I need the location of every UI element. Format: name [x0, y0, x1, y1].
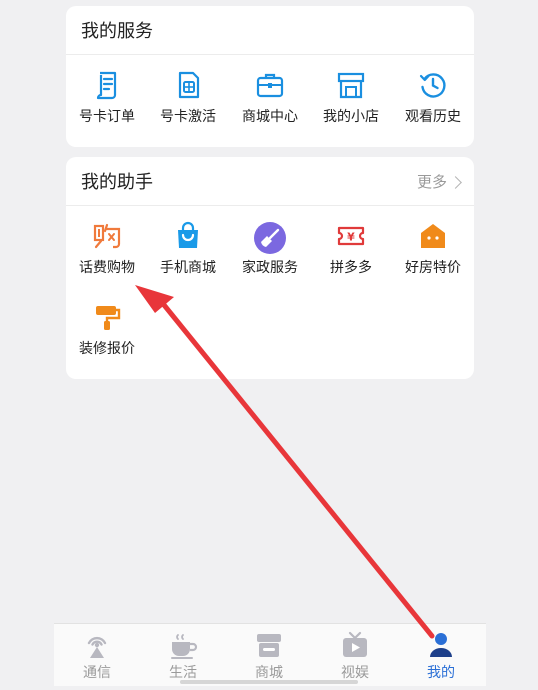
service-item-my-store[interactable]: 我的小店 — [310, 70, 392, 140]
briefcase-icon — [229, 70, 311, 100]
nav-tab-mall[interactable]: 商城 — [226, 624, 312, 686]
history-icon — [392, 70, 474, 100]
video-icon — [312, 630, 398, 660]
nav-label: 通信 — [83, 665, 111, 681]
house-icon — [392, 221, 474, 251]
assistant-item-house-deals[interactable]: 好房特价 — [392, 221, 474, 291]
divider — [66, 205, 474, 206]
more-label: 更多 — [416, 173, 447, 191]
assistant-item-phone-bill-shopping[interactable]: 话费购物 — [66, 221, 148, 291]
shopping-bag-icon — [147, 221, 229, 251]
assistant-item-phone-mall[interactable]: 手机商城 — [147, 221, 229, 291]
service-item-label: 观看历史 — [405, 109, 461, 125]
service-item-card-activation[interactable]: 号卡激活 — [147, 70, 229, 140]
service-item-label: 号卡激活 — [160, 109, 216, 125]
order-doc-icon — [66, 70, 148, 100]
assistant-item-label: 拼多多 — [330, 260, 372, 276]
service-item-label: 我的小店 — [323, 109, 379, 125]
nav-tab-video[interactable]: 视娱 — [312, 624, 398, 686]
store-icon — [310, 70, 392, 100]
my-assistant-card: 我的助手 更多 话费购物 手机商城 家政服务 ¥ 拼多多 好房特价 装修报价 — [66, 157, 474, 379]
coffee-cup-icon — [140, 630, 226, 660]
my-services-title: 我的服务 — [81, 21, 153, 42]
assistant-item-renovation-quote[interactable]: 装修报价 — [66, 302, 148, 372]
sim-card-icon — [147, 70, 229, 100]
more-link[interactable]: 更多 — [416, 172, 462, 192]
service-item-card-orders[interactable]: 号卡订单 — [66, 70, 148, 140]
assistant-item-label: 好房特价 — [405, 260, 461, 276]
coupon-ticket-icon: ¥ — [310, 221, 392, 251]
shop-icon — [226, 630, 312, 660]
nav-label: 我的 — [427, 665, 455, 681]
my-assistant-title: 我的助手 — [81, 172, 153, 193]
shopping-glyph-icon — [66, 221, 148, 251]
paint-roller-icon — [66, 302, 148, 332]
assistant-item-pinduoduo[interactable]: ¥ 拼多多 — [310, 221, 392, 291]
assistant-item-housekeeping[interactable]: 家政服务 — [229, 221, 311, 291]
broom-icon — [229, 221, 311, 255]
service-item-mall-center[interactable]: 商城中心 — [229, 70, 311, 140]
bottom-nav-bar: 通信 生活 商城 视娱 我的 — [54, 623, 486, 686]
service-item-label: 号卡订单 — [79, 109, 135, 125]
nav-tab-mine[interactable]: 我的 — [398, 624, 484, 686]
my-services-card: 我的服务 号卡订单 号卡激活 商城中心 我的小店 观看历史 — [66, 6, 474, 147]
nav-tab-life[interactable]: 生活 — [140, 624, 226, 686]
person-icon — [398, 630, 484, 660]
divider — [66, 54, 474, 55]
service-item-label: 商城中心 — [242, 109, 298, 125]
signal-tower-icon — [54, 630, 140, 660]
assistant-item-label: 家政服务 — [242, 260, 298, 276]
assistant-item-label: 话费购物 — [79, 260, 135, 276]
assistant-item-label: 手机商城 — [160, 260, 216, 276]
chevron-right-icon — [449, 175, 462, 189]
svg-text:¥: ¥ — [347, 231, 355, 244]
home-indicator — [180, 680, 358, 684]
service-item-watch-history[interactable]: 观看历史 — [392, 70, 474, 140]
assistant-item-label: 装修报价 — [79, 341, 135, 357]
nav-tab-communication[interactable]: 通信 — [54, 624, 140, 686]
